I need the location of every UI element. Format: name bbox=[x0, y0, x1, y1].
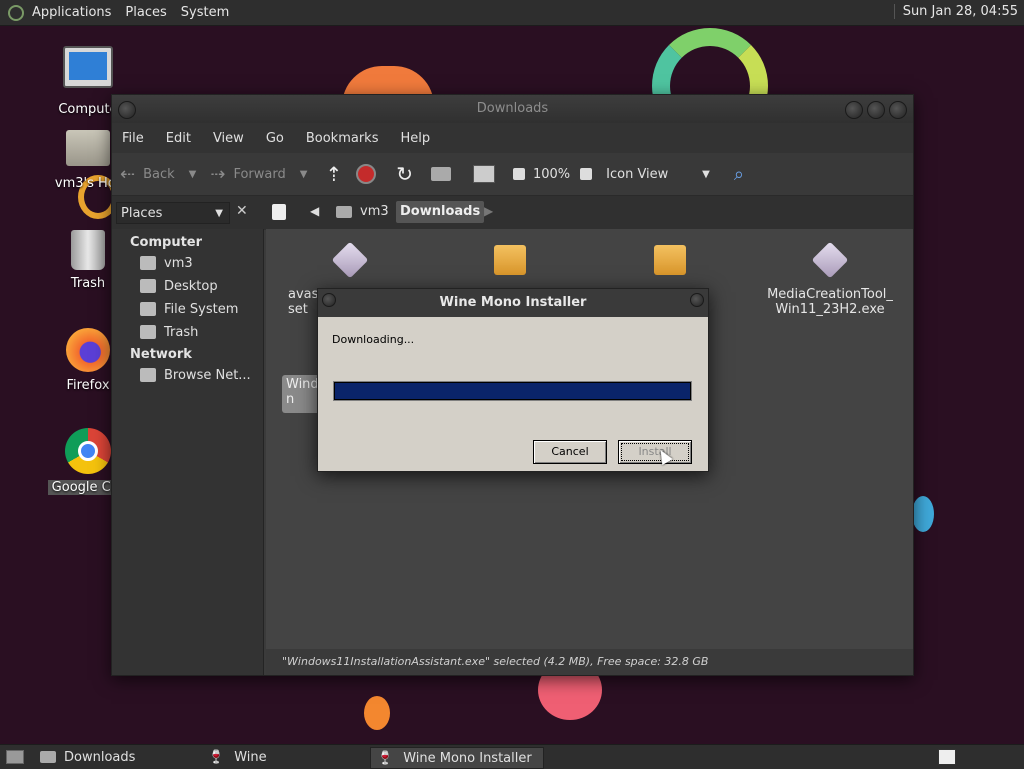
file-item-selected[interactable]: Wind n bbox=[282, 375, 322, 413]
maximize-button[interactable] bbox=[867, 101, 885, 119]
places-selector[interactable]: Places ▼ bbox=[116, 202, 230, 224]
trash-icon bbox=[140, 325, 156, 339]
forward-button[interactable]: ⇢ Forward ▼ bbox=[210, 164, 307, 185]
sidebar-item-desktop[interactable]: Desktop bbox=[140, 277, 263, 295]
sidebar-item-vm3[interactable]: vm3 bbox=[140, 254, 263, 272]
dialog-title: Wine Mono Installer bbox=[439, 295, 587, 310]
dialog-body: Downloading... Cancel Install bbox=[318, 317, 708, 471]
file-item[interactable] bbox=[440, 239, 580, 285]
network-icon bbox=[140, 368, 156, 382]
dialog-menu-button[interactable] bbox=[322, 293, 336, 307]
reload-icon[interactable]: ↻ bbox=[396, 162, 413, 186]
distro-logo-icon[interactable] bbox=[8, 4, 24, 21]
close-sidebar-icon[interactable]: ✕ bbox=[236, 203, 248, 219]
trash-icon bbox=[71, 230, 105, 270]
menu-file[interactable]: File bbox=[122, 131, 144, 146]
menu-help[interactable]: Help bbox=[400, 131, 430, 146]
forward-arrow-icon: ⇢ bbox=[210, 163, 226, 185]
stop-icon[interactable] bbox=[356, 164, 377, 184]
firefox-icon bbox=[66, 328, 110, 372]
sidebar-header-computer: Computer bbox=[130, 235, 203, 250]
chevron-down-icon: ▼ bbox=[215, 208, 223, 219]
menu-view[interactable]: View bbox=[213, 131, 244, 146]
wallpaper-blob-teal bbox=[912, 496, 934, 532]
sidebar-header-network: Network bbox=[130, 347, 192, 362]
menu-edit[interactable]: Edit bbox=[166, 131, 191, 146]
installer-icon bbox=[331, 241, 369, 279]
wallpaper-blob-small bbox=[364, 696, 390, 730]
taskbar-item-wine[interactable]: 🍷 Wine bbox=[202, 747, 368, 767]
places-menu[interactable]: Places bbox=[125, 5, 166, 20]
up-icon[interactable]: ⇡ bbox=[325, 162, 342, 186]
sidebar: Computer vm3 Desktop File System Trash N… bbox=[112, 229, 264, 675]
applications-menu[interactable]: Applications bbox=[32, 5, 111, 20]
sidebar-item-browse-network[interactable]: Browse Net... bbox=[140, 366, 263, 384]
home-icon[interactable] bbox=[430, 167, 451, 181]
back-button[interactable]: ⇠ Back ▼ bbox=[120, 164, 196, 185]
search-icon[interactable]: ⌕ bbox=[734, 164, 744, 185]
installer-icon bbox=[811, 241, 849, 279]
menubar: File Edit View Go Bookmarks Help bbox=[112, 123, 913, 153]
close-button[interactable] bbox=[889, 101, 907, 119]
chevron-down-icon[interactable]: ▼ bbox=[702, 169, 710, 180]
package-icon bbox=[494, 245, 526, 275]
taskbar-item-downloads[interactable]: Downloads bbox=[34, 747, 200, 767]
system-menu[interactable]: System bbox=[181, 5, 229, 20]
chrome-icon bbox=[65, 428, 111, 474]
window-titlebar[interactable]: Downloads bbox=[112, 95, 913, 123]
wine-mono-installer-dialog: Wine Mono Installer Downloading... Cance… bbox=[317, 288, 709, 472]
file-item[interactable]: MediaCreationTool_ Win11_23H2.exe bbox=[760, 239, 900, 317]
home-icon bbox=[336, 205, 352, 218]
zoom-in-icon[interactable] bbox=[580, 168, 593, 180]
show-desktop-icon[interactable] bbox=[6, 750, 24, 764]
window-menu-button[interactable] bbox=[118, 101, 136, 119]
workspace-switcher-icon[interactable] bbox=[938, 749, 956, 765]
toolbar: ⇠ Back ▼ ⇢ Forward ▼ ⇡ ↻ 100% Icon View … bbox=[112, 153, 913, 196]
path-right-arrow-icon[interactable]: ▶ bbox=[484, 204, 493, 218]
wine-icon: 🍷 bbox=[377, 750, 394, 766]
path-segment-vm3[interactable]: vm3 bbox=[336, 204, 389, 219]
computer-icon[interactable] bbox=[472, 165, 495, 183]
path-left-arrow-icon[interactable]: ◀ bbox=[310, 204, 319, 218]
home-folder-icon bbox=[66, 130, 110, 166]
menu-bookmarks[interactable]: Bookmarks bbox=[306, 131, 379, 146]
chevron-down-icon[interactable]: ▼ bbox=[189, 169, 197, 180]
clock[interactable]: Sun Jan 28, 04:55 bbox=[893, 4, 1018, 19]
desktop-icon bbox=[140, 279, 156, 293]
folder-icon bbox=[40, 751, 56, 763]
status-bar: "Windows11InstallationAssistant.exe" sel… bbox=[266, 649, 913, 675]
menu-go[interactable]: Go bbox=[266, 131, 284, 146]
top-panel: Applications Places System Sun Jan 28, 0… bbox=[0, 0, 1024, 26]
home-icon bbox=[140, 256, 156, 270]
wine-icon: 🍷 bbox=[208, 749, 225, 765]
path-segment-downloads[interactable]: Downloads bbox=[396, 201, 485, 223]
sidebar-item-file-system[interactable]: File System bbox=[140, 300, 263, 318]
dialog-close-button[interactable] bbox=[690, 293, 704, 307]
progress-bar bbox=[333, 381, 692, 401]
location-bar: Places ▼ ✕ ◀ vm3 Downloads ▶ bbox=[112, 196, 913, 230]
chevron-down-icon[interactable]: ▼ bbox=[300, 169, 308, 180]
edit-location-icon[interactable] bbox=[272, 204, 286, 220]
sidebar-item-trash[interactable]: Trash bbox=[140, 323, 263, 341]
taskbar-item-wine-mono-installer[interactable]: 🍷 Wine Mono Installer bbox=[370, 747, 544, 769]
window-title: Downloads bbox=[476, 101, 549, 116]
minimize-button[interactable] bbox=[845, 101, 863, 119]
back-arrow-icon: ⇠ bbox=[120, 163, 136, 185]
dialog-message: Downloading... bbox=[332, 333, 415, 346]
zoom-out-icon[interactable] bbox=[512, 168, 525, 180]
package-icon bbox=[654, 245, 686, 275]
dialog-titlebar[interactable]: Wine Mono Installer bbox=[318, 289, 708, 317]
taskbar: Downloads 🍷 Wine 🍷 Wine Mono Installer bbox=[0, 744, 1024, 769]
zoom-level[interactable]: 100% bbox=[533, 167, 570, 182]
drive-icon bbox=[140, 302, 156, 316]
cancel-button[interactable]: Cancel bbox=[533, 440, 607, 464]
progress-fill bbox=[334, 382, 691, 400]
computer-icon bbox=[63, 46, 113, 88]
view-mode-select[interactable]: Icon View bbox=[606, 167, 702, 182]
